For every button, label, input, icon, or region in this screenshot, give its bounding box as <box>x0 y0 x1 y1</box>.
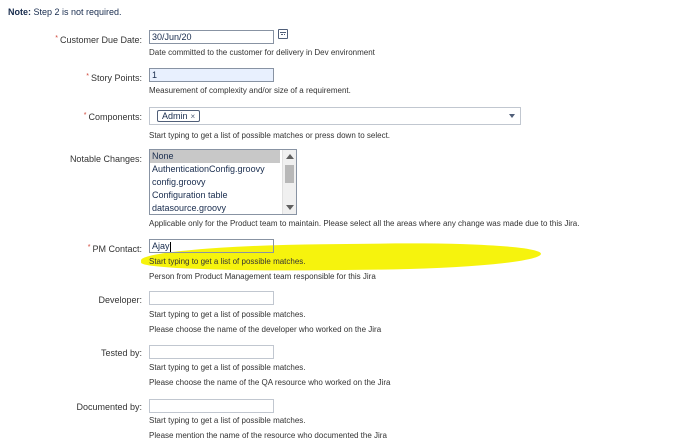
chip-label: Admin <box>162 111 188 121</box>
developer-input[interactable] <box>149 291 274 305</box>
list-option[interactable]: datasource.groovy <box>150 202 280 214</box>
required-marker: * <box>55 35 58 42</box>
documented-by-hint: Start typing to get a list of possible m… <box>149 416 306 425</box>
listbox-scrollbar[interactable] <box>282 150 296 214</box>
documented-by-input[interactable] <box>149 399 274 413</box>
step-note: Note: Step 2 is not required. <box>8 7 122 17</box>
components-label: * Components: <box>83 112 142 122</box>
scroll-down-icon[interactable] <box>286 205 294 210</box>
remove-chip-icon[interactable]: × <box>191 112 196 121</box>
pm-contact-input[interactable]: Ajay <box>149 239 274 253</box>
required-marker: * <box>83 112 87 119</box>
scroll-up-icon[interactable] <box>286 154 294 159</box>
list-option[interactable]: Configuration table <box>150 189 280 202</box>
notable-changes-listbox[interactable]: None AuthenticationConfig.groovy config.… <box>149 149 297 215</box>
scroll-thumb[interactable] <box>285 165 294 183</box>
pm-contact-label: * PM Contact: <box>87 244 142 254</box>
components-select[interactable]: Admin × <box>149 107 521 125</box>
customer-due-date-description: Date committed to the customer for deliv… <box>149 48 375 57</box>
story-points-input[interactable]: 1 <box>149 68 274 82</box>
pm-contact-hint: Start typing to get a list of possible m… <box>149 257 306 266</box>
customer-due-date-label: * Customer Due Date: <box>55 35 142 45</box>
documented-by-label: Documented by: <box>76 402 142 412</box>
tested-by-label: Tested by: <box>100 348 142 358</box>
required-marker: * <box>87 244 91 251</box>
documented-by-description: Please mention the name of the resource … <box>149 431 387 440</box>
notable-changes-label: Notable Changes: <box>69 154 142 164</box>
customer-due-date-input[interactable]: 30/Jun/20 <box>149 30 274 44</box>
list-option[interactable]: config.groovy <box>150 176 280 189</box>
story-points-description: Measurement of complexity and/or size of… <box>149 86 351 95</box>
chevron-down-icon[interactable] <box>509 114 515 118</box>
tested-by-input[interactable] <box>149 345 274 359</box>
story-points-label: * Story Points: <box>86 73 142 83</box>
list-option[interactable]: AuthenticationConfig.groovy <box>150 163 280 176</box>
text-cursor <box>169 241 171 252</box>
note-text: Step 2 is not required. <box>31 7 122 17</box>
pm-contact-value: Ajay <box>152 241 170 251</box>
required-marker: * <box>86 73 89 80</box>
developer-hint: Start typing to get a list of possible m… <box>149 310 306 319</box>
calendar-icon[interactable] <box>278 29 288 39</box>
list-option[interactable]: None <box>150 150 280 163</box>
note-prefix: Note: <box>8 7 31 17</box>
tested-by-description: Please choose the name of the QA resourc… <box>149 378 391 387</box>
notable-changes-description: Applicable only for the Product team to … <box>149 219 580 228</box>
components-description: Start typing to get a list of possible m… <box>149 131 391 140</box>
developer-description: Please choose the name of the developer … <box>149 325 382 334</box>
tested-by-hint: Start typing to get a list of possible m… <box>149 363 306 372</box>
component-chip-admin[interactable]: Admin × <box>157 110 201 122</box>
pm-contact-description: Person from Product Management team resp… <box>149 272 376 281</box>
developer-label: Developer: <box>98 295 142 305</box>
